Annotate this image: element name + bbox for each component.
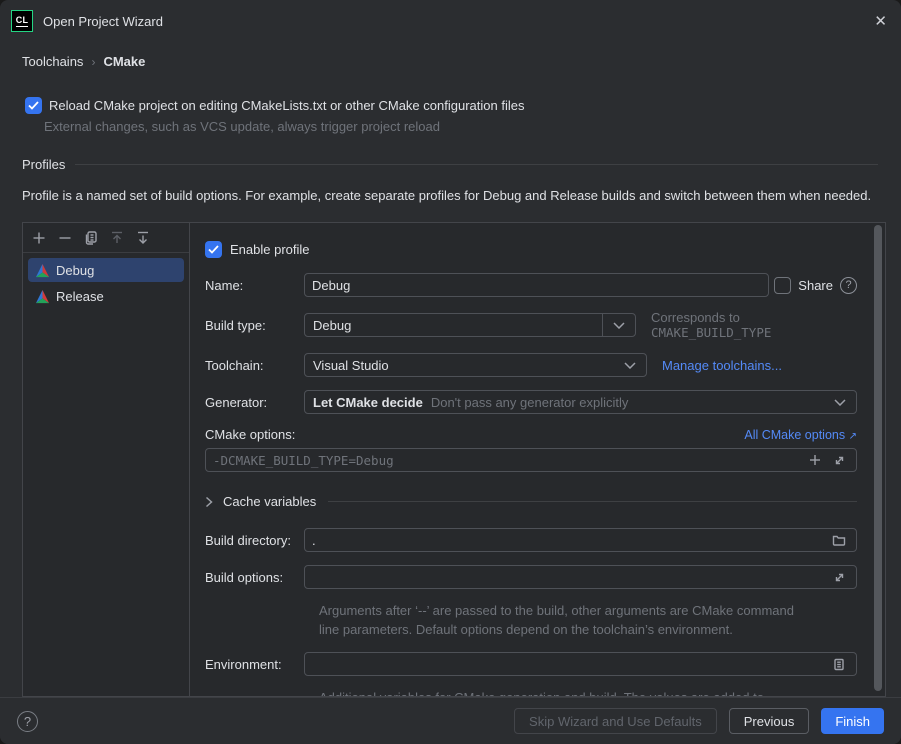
help-icon[interactable]: ?	[17, 711, 38, 732]
environment-hint: Additional variables for CMake generatio…	[319, 688, 799, 696]
move-down-button[interactable]	[133, 228, 153, 248]
name-field-wrap	[304, 273, 769, 297]
generator-label: Generator:	[205, 395, 304, 410]
toolchain-select[interactable]: Visual Studio	[304, 353, 647, 377]
expand-icon[interactable]	[829, 450, 849, 470]
reload-cmake-checkbox[interactable]	[25, 97, 42, 114]
close-icon[interactable]: ✕	[874, 14, 887, 29]
cmake-icon	[35, 263, 50, 278]
chevron-down-icon	[834, 399, 846, 406]
folder-icon[interactable]	[829, 530, 849, 550]
build-type-dropdown-button[interactable]	[602, 314, 635, 336]
generator-placeholder: Don't pass any generator explicitly	[431, 395, 629, 410]
expand-icon[interactable]	[829, 567, 849, 587]
move-up-button[interactable]	[107, 228, 127, 248]
profile-item-release[interactable]: Release	[28, 284, 184, 308]
build-directory-input[interactable]	[312, 533, 829, 548]
toolchain-label: Toolchain:	[205, 358, 304, 373]
profile-list-toolbar	[23, 223, 189, 253]
footer-bar: ? Skip Wizard and Use Defaults Previous …	[0, 697, 901, 744]
build-options-input[interactable]	[312, 570, 829, 585]
build-directory-label: Build directory:	[205, 533, 304, 548]
name-label: Name:	[205, 278, 304, 293]
profile-list-pane: Debug Release	[23, 223, 190, 696]
remove-profile-button[interactable]	[55, 228, 75, 248]
add-option-icon[interactable]	[805, 450, 825, 470]
generator-value: Let CMake decide	[305, 395, 423, 410]
profile-item-label: Release	[56, 289, 104, 304]
build-type-value: Debug	[305, 318, 359, 333]
profiles-separator-line	[75, 164, 878, 165]
build-type-note: Corresponds to CMAKE_BUILD_TYPE	[651, 310, 857, 340]
enable-profile-checkbox[interactable]	[205, 241, 222, 258]
build-directory-field	[304, 528, 857, 552]
breadcrumb-toolchains[interactable]: Toolchains	[22, 54, 83, 69]
share-label[interactable]: Share	[798, 278, 833, 293]
chevron-down-icon	[624, 362, 636, 369]
chevron-right-icon	[205, 496, 213, 508]
name-input[interactable]	[312, 278, 761, 293]
all-cmake-options-link[interactable]: All CMake options ↗	[744, 428, 857, 442]
environment-label: Environment:	[205, 657, 304, 672]
environment-field	[304, 652, 857, 676]
open-project-wizard-dialog: CL Open Project Wizard ✕ Toolchains › CM…	[0, 0, 901, 744]
finish-button[interactable]: Finish	[821, 708, 884, 734]
breadcrumb-separator-icon: ›	[91, 55, 95, 69]
cache-variables-label: Cache variables	[223, 494, 316, 509]
external-link-icon: ↗	[849, 431, 857, 442]
chevron-down-icon	[613, 322, 625, 329]
cmake-options-placeholder: -DCMAKE_BUILD_TYPE=Debug	[213, 453, 394, 468]
generator-select[interactable]: Let CMake decide Don't pass any generato…	[304, 390, 857, 414]
manage-toolchains-link[interactable]: Manage toolchains...	[662, 358, 782, 373]
cmake-options-field[interactable]: -DCMAKE_BUILD_TYPE=Debug	[205, 448, 857, 472]
build-options-label: Build options:	[205, 570, 304, 585]
share-help-icon[interactable]: ?	[840, 277, 857, 294]
skip-wizard-button[interactable]: Skip Wizard and Use Defaults	[514, 708, 717, 734]
build-options-field	[304, 565, 857, 589]
window-title: Open Project Wizard	[43, 14, 163, 29]
breadcrumb: Toolchains › CMake	[0, 42, 901, 69]
clion-logo-icon: CL	[11, 10, 33, 32]
profiles-description: Profile is a named set of build options.…	[22, 186, 878, 205]
build-type-select[interactable]: Debug	[304, 313, 636, 337]
environment-variables-icon[interactable]	[829, 654, 849, 674]
vertical-scrollbar[interactable]	[874, 225, 882, 691]
profile-item-debug[interactable]: Debug	[28, 258, 184, 282]
cmake-icon	[35, 289, 50, 304]
reload-cmake-label[interactable]: Reload CMake project on editing CMakeLis…	[49, 98, 524, 113]
share-checkbox[interactable]	[774, 277, 791, 294]
build-type-label: Build type:	[205, 318, 304, 333]
copy-profile-button[interactable]	[81, 228, 101, 248]
toolchain-value: Visual Studio	[305, 358, 397, 373]
enable-profile-label[interactable]: Enable profile	[230, 242, 310, 257]
cache-variables-line	[328, 501, 857, 502]
add-profile-button[interactable]	[29, 228, 49, 248]
previous-button[interactable]: Previous	[729, 708, 810, 734]
cmake-options-label: CMake options:	[205, 427, 295, 442]
build-options-hint: Arguments after ‘--’ are passed to the b…	[319, 601, 799, 639]
cache-variables-toggle[interactable]: Cache variables	[205, 494, 857, 509]
profiles-section-title: Profiles	[22, 157, 65, 172]
profile-list: Debug Release	[23, 253, 189, 310]
reload-hint: External changes, such as VCS update, al…	[44, 119, 879, 134]
title-bar: CL Open Project Wizard ✕	[0, 0, 901, 42]
breadcrumb-cmake: CMake	[103, 54, 145, 69]
profile-settings-pane: Enable profile Name: Share ? Build type:…	[190, 223, 885, 696]
environment-input[interactable]	[312, 657, 829, 672]
profile-item-label: Debug	[56, 263, 94, 278]
profiles-panel: Debug Release Enable profile	[22, 222, 886, 697]
